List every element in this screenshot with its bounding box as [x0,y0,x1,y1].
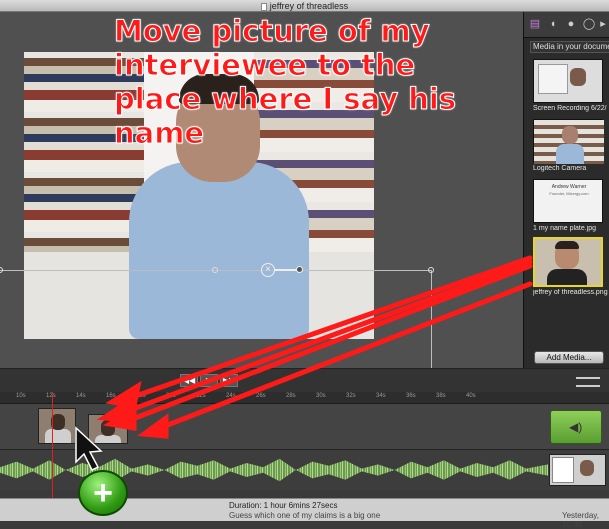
thumb-shirt [547,269,587,285]
selection-guide-vertical [431,270,432,380]
clip-shirt [95,435,121,443]
thumb-screen [538,64,568,94]
media-thumb-screen-recording[interactable] [533,59,603,103]
play-button[interactable]: ▶ [200,374,218,387]
media-panel: ▤ ◖ ● ◯ ▸ Media in your document Screen … [523,12,609,368]
more-icon[interactable]: ▸ [596,17,609,31]
thumb-face [570,68,586,86]
plate-line2: Founder, Mixergy.com [549,191,589,196]
resize-handle-left[interactable] [0,267,3,273]
forward-button[interactable]: ▶▶ [220,374,238,387]
ruler-tick: 28s [286,393,296,399]
add-media-button[interactable]: Add Media... [534,351,604,364]
thumb-face [562,126,578,144]
media-caption: Screen Recording 6/22/ [533,105,607,112]
window-titlebar: jeffrey of threadless [0,0,609,12]
add-plus-icon: + [78,470,128,516]
dragged-image-clip-ghost[interactable] [88,414,128,444]
ruler-tick: 16s [106,393,116,399]
ruler-tick: 26s [256,393,266,399]
ruler-tick: 10s [16,393,26,399]
timeline-menu-icon[interactable] [576,377,600,387]
thumb-shirt [556,144,584,164]
ruler-tick: 24s [226,393,236,399]
ruler-tick: 38s [436,393,446,399]
ruler-tick: 18s [136,393,146,399]
plate-line1: Andrew Warner [551,184,587,190]
person-body [129,162,309,339]
speaker-icon: ◀) [569,420,583,434]
clip-face [51,414,65,430]
rewind-button[interactable]: ◀◀ [180,374,198,387]
media-toolbar: ▤ ◖ ● ◯ ▸ [524,12,609,38]
ruler-tick: 40s [466,393,476,399]
rotate-handle-icon[interactable]: × [261,263,275,277]
resize-handle-middle[interactable] [212,267,218,273]
timeline-ruler[interactable]: 10s 12s 14s 16s 18s 20s 22s 24s 26s 28s … [0,392,609,404]
resize-handle-right[interactable] [428,267,434,273]
rotate-knob[interactable] [296,266,303,273]
clip-screen [552,457,574,483]
clip-face [580,460,594,476]
callout-icon[interactable]: ◯ [582,17,596,31]
ruler-tick: 32s [346,393,356,399]
window-title: jeffrey of threadless [269,1,349,11]
media-thumb-logitech[interactable] [533,119,604,164]
timeline-toolbar: ◀◀ ▶ ▶▶ [0,368,609,392]
ruler-tick: 30s [316,393,326,399]
record-icon[interactable]: ● [564,17,578,31]
media-thumb-name-plate[interactable]: Andrew Warner Founder, Mixergy.com [533,179,603,223]
media-panel-header: Media in your document [530,41,609,53]
ruler-tick: 36s [406,393,416,399]
media-library-icon[interactable]: ▤ [528,17,542,31]
screen-recording-clip[interactable] [549,454,606,486]
media-thumb-jeffrey[interactable] [533,237,603,287]
ruler-tick: 20s [166,393,176,399]
ruler-tick: 14s [76,393,86,399]
clip-shirt [45,429,71,443]
status-date: Yesterday, 10:46 [562,511,599,529]
duration-text: Duration: 1 hour 6mins 27secs [229,501,338,510]
media-caption: Logitech Camera [533,165,587,172]
annotation-text: Move picture of my interviewee to the pl… [114,14,457,151]
media-caption: 1 my name plate.jpg [533,225,597,232]
rotate-arm [275,269,297,271]
media-caption: jeffrey of threadless.png [533,289,608,296]
dragged-image-clip[interactable] [38,408,76,444]
ruler-tick: 34s [376,393,386,399]
audio-icon[interactable]: ◖ [546,17,560,31]
thumb-hair [555,241,579,249]
status-line2: Guess which one of my claims is a big on… [229,511,381,520]
document-icon [260,2,267,11]
audio-clip[interactable]: ◀) [550,410,602,444]
video-track[interactable]: ◀) [0,404,609,450]
ruler-tick: 12s [46,393,56,399]
playhead[interactable] [52,392,53,498]
ruler-tick: 22s [196,393,206,399]
clip-face [101,420,115,436]
